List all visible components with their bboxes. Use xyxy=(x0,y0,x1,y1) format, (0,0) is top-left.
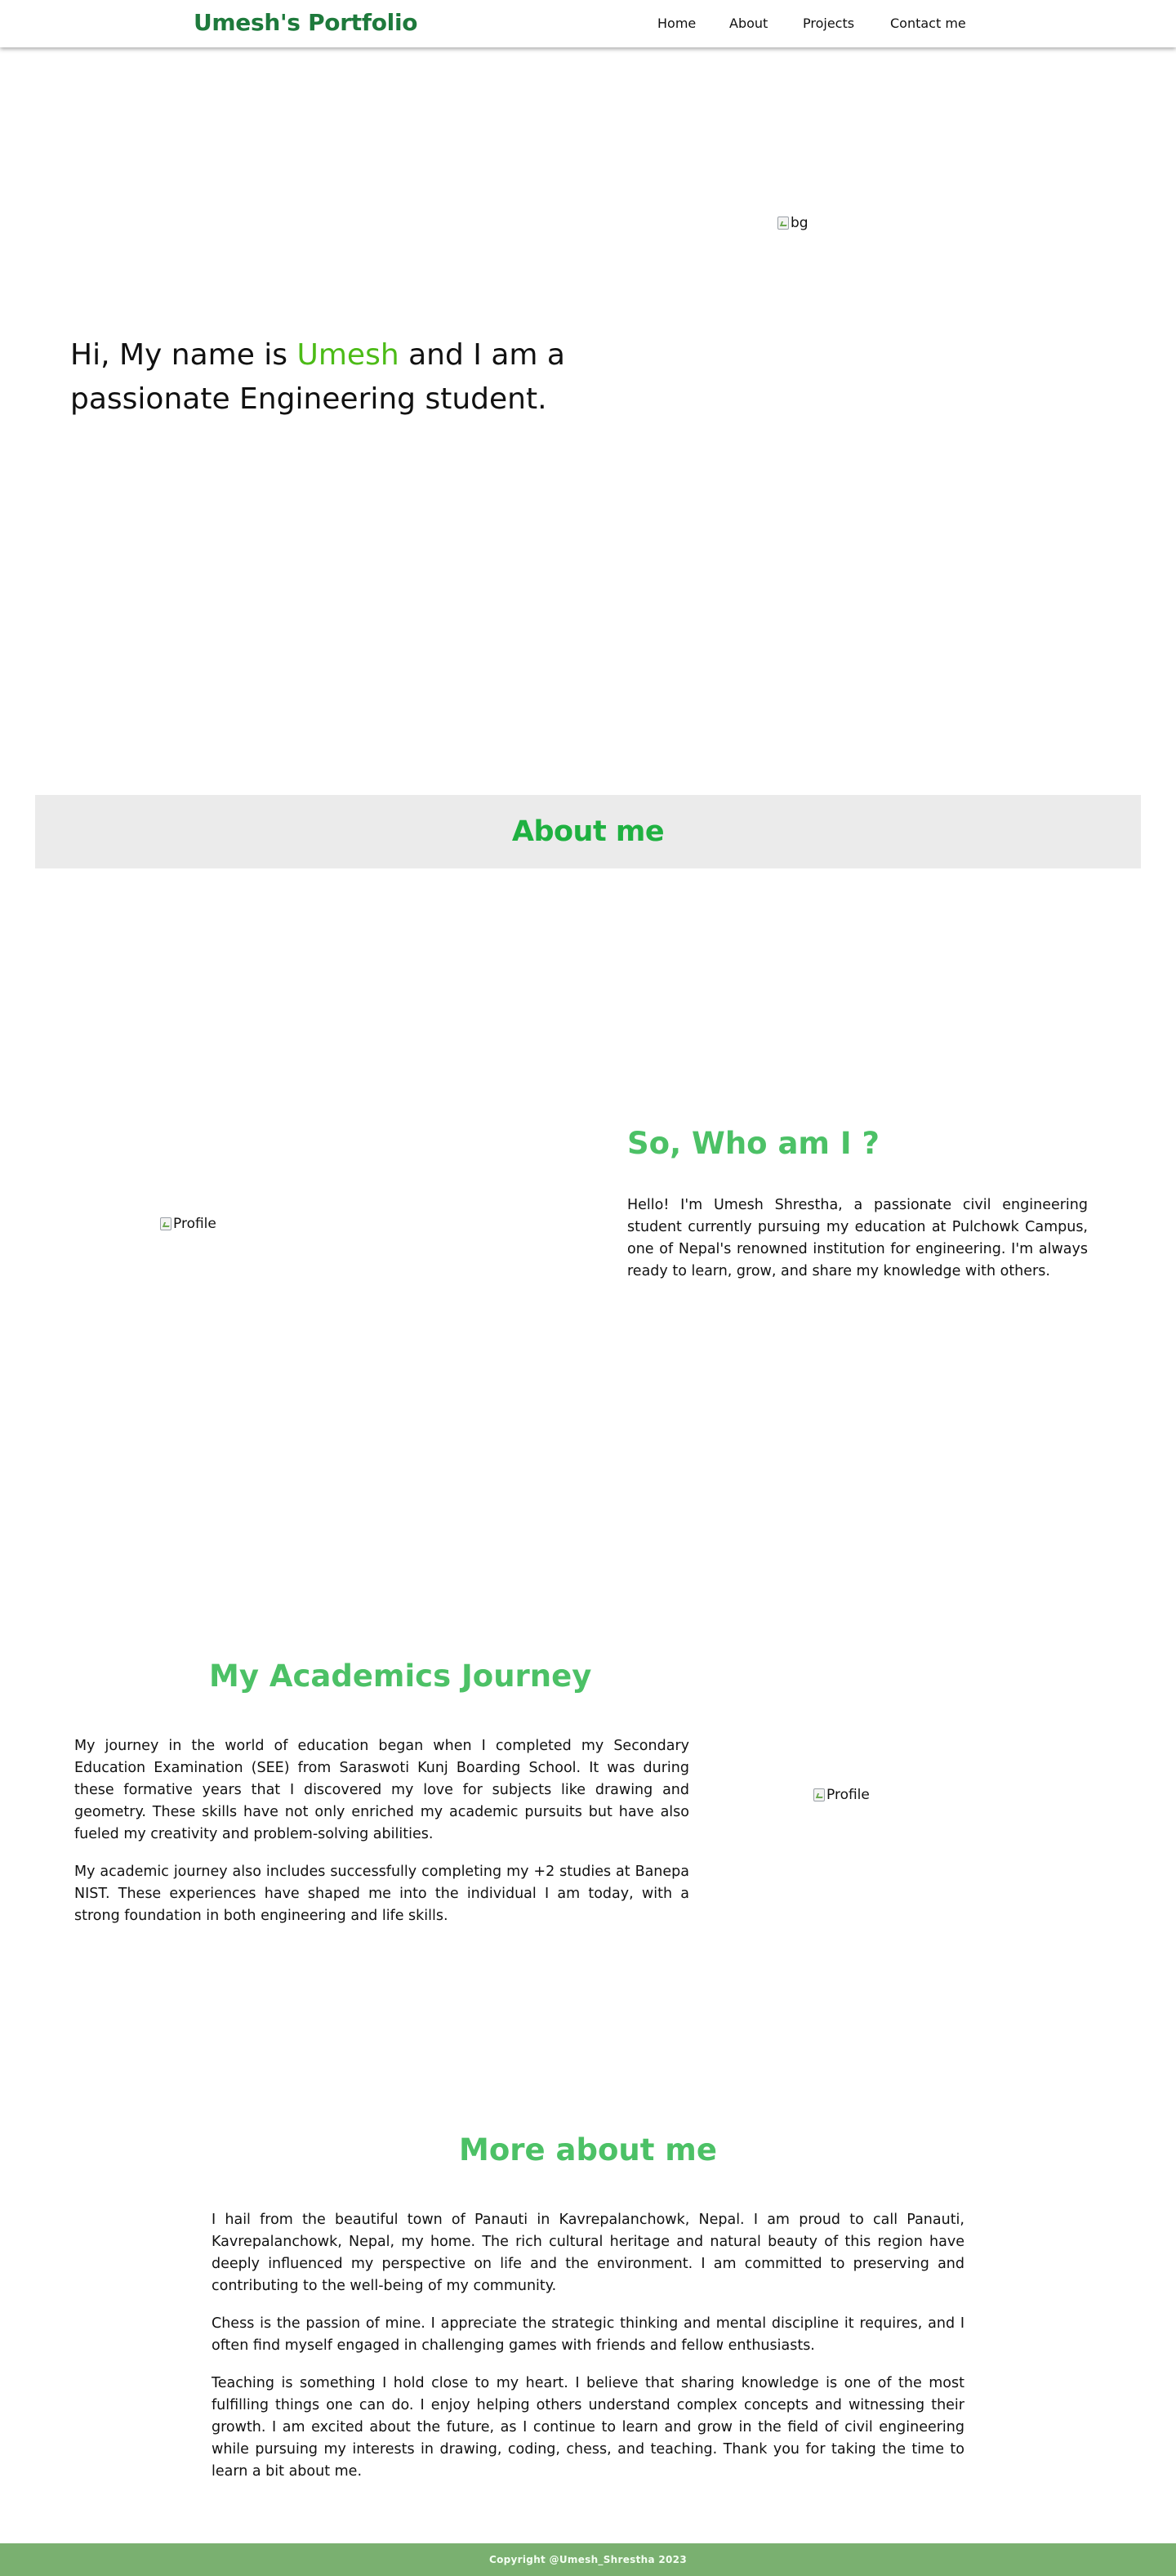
whoami-title: So, Who am I ? xyxy=(627,1126,880,1161)
academics-image-alt: Profile xyxy=(826,1787,870,1803)
nav-link-about[interactable]: About xyxy=(729,16,768,31)
hero-text-before: Hi, My name is xyxy=(70,338,297,372)
more-text: I hail from the beautiful town of Panaut… xyxy=(212,2209,964,2483)
about-banner-title: About me xyxy=(511,815,665,848)
footer-copyright: Copyright @Umesh_Shrestha 2023 xyxy=(489,2554,687,2565)
more-paragraph: Chess is the passion of mine. I apprecia… xyxy=(212,2315,964,2354)
brand-logo[interactable]: Umesh's Portfolio xyxy=(194,9,418,36)
whoami-text: Hello! I'm Umesh Shrestha, a passionate … xyxy=(627,1197,1088,1279)
hero-background-image: bg xyxy=(777,215,808,231)
academics-text: My journey in the world of education beg… xyxy=(74,1735,689,1927)
about-banner: About me xyxy=(35,795,1141,868)
nav-link-projects[interactable]: Projects xyxy=(803,16,854,31)
academics-paragraph: My journey in the world of education beg… xyxy=(74,1738,689,1842)
profile-image-alt: Profile xyxy=(173,1216,216,1232)
nav-link-home[interactable]: Home xyxy=(657,16,696,31)
nav-link-contact[interactable]: Contact me xyxy=(890,16,966,31)
broken-image-icon xyxy=(777,217,789,230)
more-paragraph: Teaching is something I hold close to my… xyxy=(212,2375,964,2480)
hero-name: Umesh xyxy=(296,338,399,372)
broken-image-icon xyxy=(813,1788,825,1801)
navbar: Umesh's Portfolio Home About Projects Co… xyxy=(0,0,1176,47)
footer: Copyright @Umesh_Shrestha 2023 xyxy=(0,2543,1176,2576)
academics-paragraph: My academic journey also includes succes… xyxy=(74,1864,689,1924)
more-paragraph: I hail from the beautiful town of Panaut… xyxy=(212,2212,964,2294)
hero-image-alt: bg xyxy=(791,215,808,231)
academics-image: Profile xyxy=(813,1787,870,1803)
profile-image: Profile xyxy=(160,1216,216,1232)
academics-title: My Academics Journey xyxy=(209,1659,592,1694)
more-title: More about me xyxy=(459,2132,717,2168)
hero-heading: Hi, My name is Umesh and I am a passiona… xyxy=(70,333,601,422)
broken-image-icon xyxy=(160,1217,172,1230)
